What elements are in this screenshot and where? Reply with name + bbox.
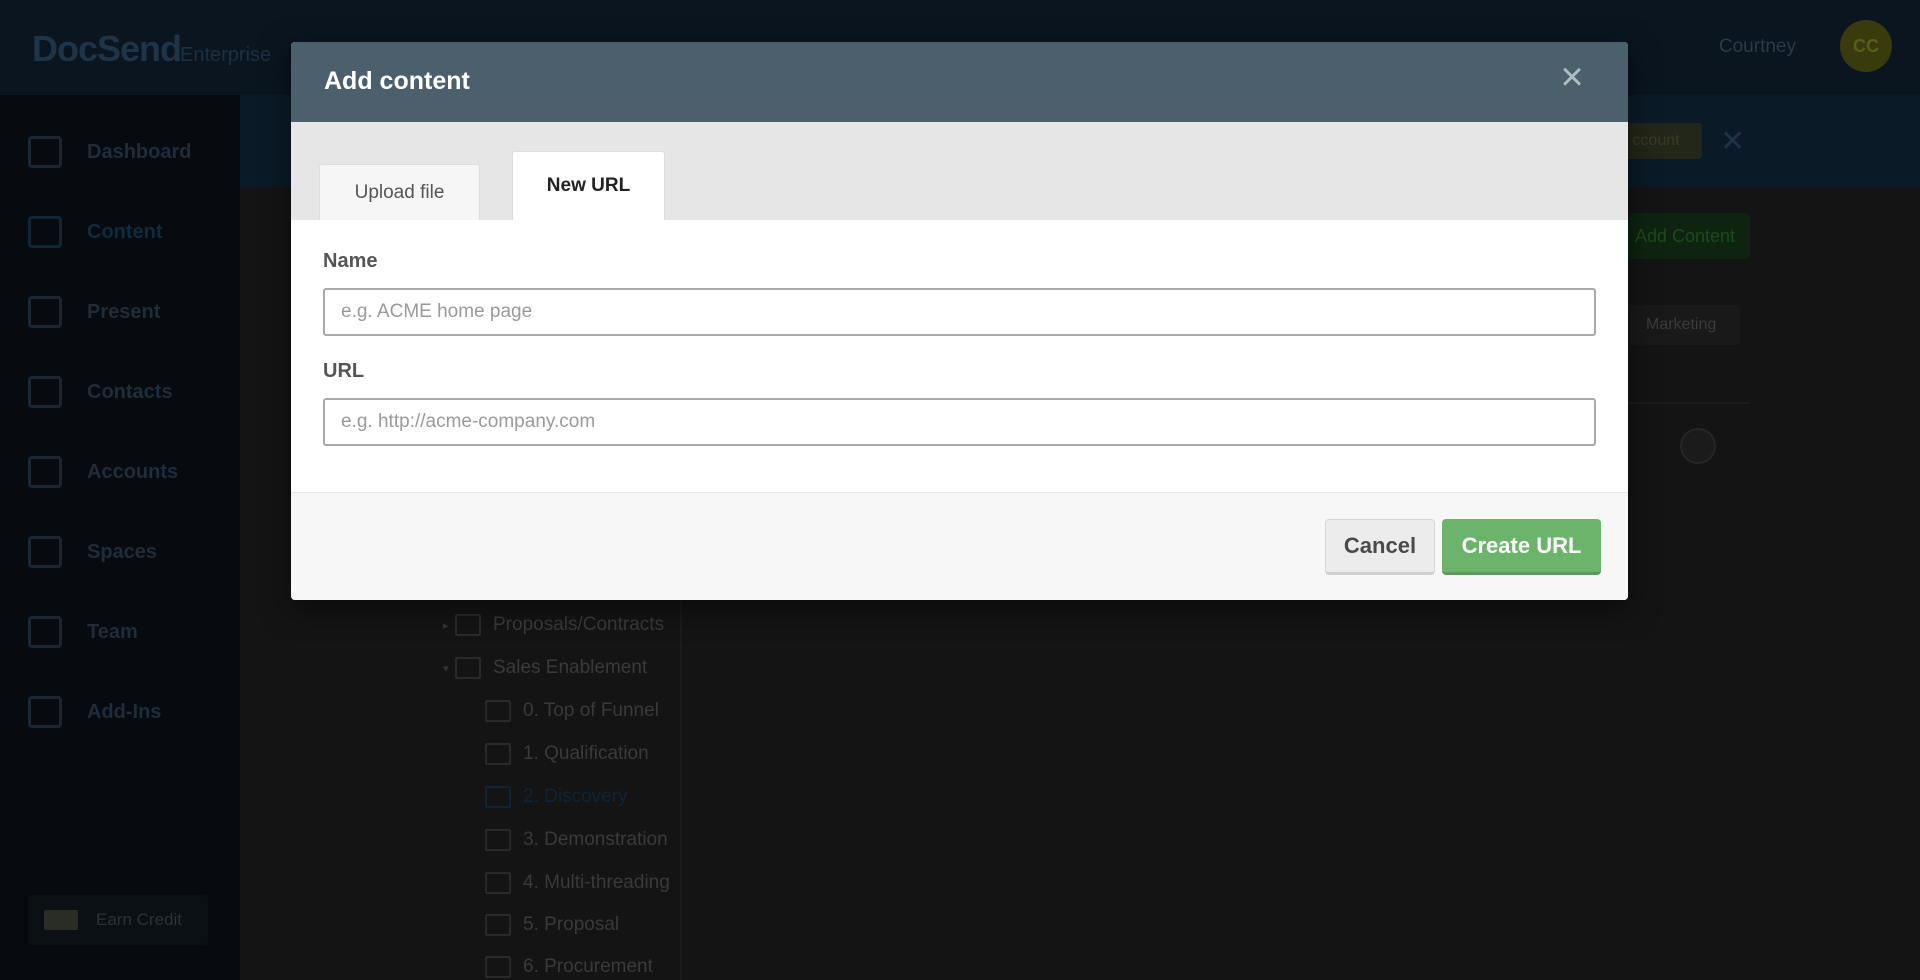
create-url-button[interactable]: Create URL	[1442, 519, 1601, 575]
cancel-button[interactable]: Cancel	[1325, 519, 1435, 575]
tab-bar: Upload file New URL	[291, 122, 1628, 220]
modal-body: Name URL	[291, 220, 1628, 492]
modal-footer: Cancel Create URL	[291, 492, 1628, 600]
url-input[interactable]	[323, 398, 1596, 446]
tab-upload-file[interactable]: Upload file	[319, 164, 480, 220]
add-content-modal: Add content × Upload file New URL Name U…	[291, 42, 1628, 600]
url-field-label: URL	[323, 360, 365, 382]
modal-title: Add content	[324, 67, 470, 95]
modal-header: Add content ×	[291, 42, 1628, 122]
name-field-label: Name	[323, 250, 378, 272]
name-input[interactable]	[323, 288, 1596, 336]
tab-new-url[interactable]: New URL	[512, 151, 665, 220]
close-icon[interactable]: ×	[1552, 57, 1592, 97]
